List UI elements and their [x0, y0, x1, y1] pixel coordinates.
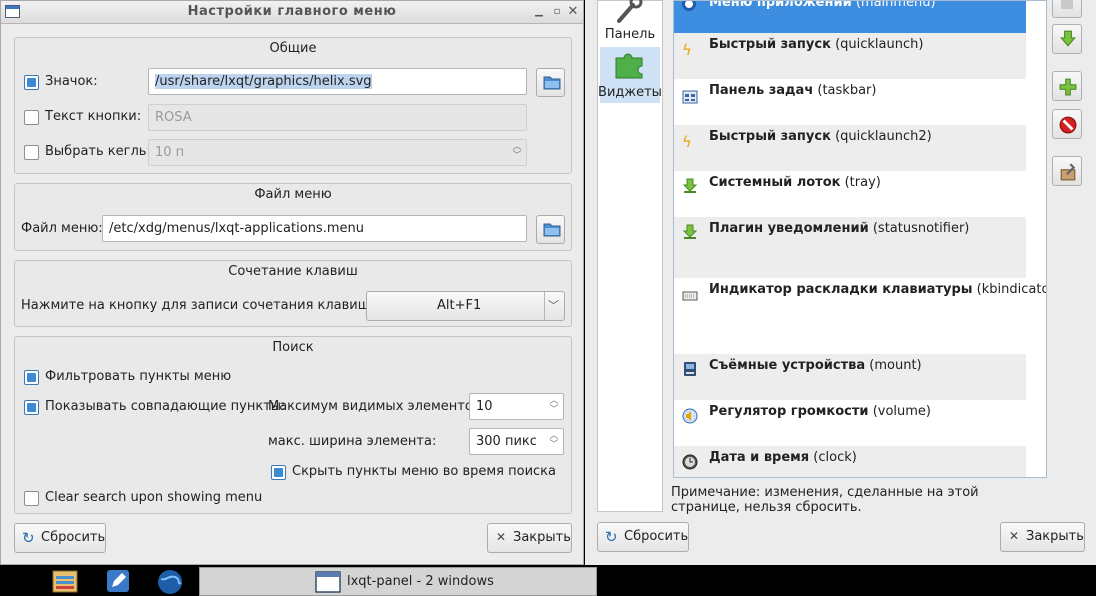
list-item[interactable]: ϟ Быстрый запуск (quicklaunch2): [674, 125, 1026, 171]
move-down-button[interactable]: [1052, 24, 1082, 54]
chevron-down-icon[interactable]: ﹀: [548, 297, 559, 313]
icon-label: Значок:: [45, 74, 98, 89]
general-group-title: Общие: [269, 41, 317, 56]
show-matches-label: Показывать совпадающие пункты:: [45, 399, 286, 414]
max-visible-spinbox[interactable]: 10 ︿ ﹀: [469, 393, 564, 420]
tools-icon: [617, 0, 643, 23]
configure-icon: [1060, 163, 1076, 181]
button-text-input[interactable]: ROSA: [148, 104, 527, 131]
arrow-down-icon: [1060, 30, 1076, 47]
max-width-label: макс. ширина элемента:: [268, 434, 437, 449]
reset-icon: ↻: [22, 529, 35, 547]
menu-file-group: Файл меню Файл меню: /etc/xdg/menus/lxqt…: [14, 183, 572, 251]
arrow-up-icon: [1061, 0, 1073, 9]
text-editor-icon[interactable]: [106, 569, 130, 593]
icon-checkbox[interactable]: [24, 75, 39, 90]
list-item[interactable]: Индикатор раскладки клавиатуры (kbindica…: [674, 278, 1046, 354]
shortcut-label: Нажмите на кнопку для записи сочетания к…: [21, 298, 375, 313]
panel-settings-dialog: Панель Виджеты Меню приложений (mainmenu…: [585, 0, 1096, 565]
add-widget-button[interactable]: [1052, 71, 1082, 101]
folder-icon: [543, 76, 561, 90]
configure-widget-button[interactable]: [1052, 156, 1082, 186]
clock-icon: [682, 454, 698, 470]
menu-file-input[interactable]: /etc/xdg/menus/lxqt-applications.menu: [102, 215, 527, 242]
puzzle-icon: [615, 53, 643, 79]
shortcut-group: Сочетание клавиш Нажмите на кнопку для з…: [14, 260, 572, 327]
reset-icon: ↻: [605, 528, 618, 546]
main-menu-settings-dialog: Настройки главного меню ▁ ▫ ✕ Общие Знач…: [0, 0, 584, 565]
close-button[interactable]: ✕ Закрыть: [487, 523, 572, 553]
widgets-list[interactable]: Меню приложений (mainmenu) ϟ Быстрый зап…: [673, 0, 1047, 478]
download-arrow-icon: [682, 224, 698, 239]
font-size-spinbox[interactable]: 10 п ︿ ﹀: [148, 139, 527, 166]
close-icon: ✕: [1009, 529, 1020, 543]
icon-browse-button[interactable]: [536, 68, 565, 97]
filter-menu-checkbox[interactable]: [24, 370, 39, 385]
menu-file-browse-button[interactable]: [536, 215, 565, 244]
list-item[interactable]: Меню приложений (mainmenu): [674, 1, 1026, 33]
font-size-checkbox[interactable]: [24, 145, 39, 160]
lightning-icon: ϟ: [682, 133, 692, 151]
font-size-label: Выбрать кегль:: [45, 144, 151, 159]
title-bar[interactable]: Настройки главного меню ▁ ▫ ✕: [1, 1, 583, 24]
close-icon[interactable]: ✕: [565, 4, 581, 20]
close-icon: ✕: [496, 530, 507, 544]
button-text-label: Текст кнопки:: [45, 109, 142, 124]
sidebar-item-panel[interactable]: Панель: [598, 0, 662, 45]
list-item[interactable]: Регулятор громкости (volume): [674, 400, 1026, 446]
clear-search-label: Clear search upon showing menu: [45, 490, 263, 505]
spin-arrows-icon[interactable]: ︿ ﹀: [549, 397, 559, 416]
filter-menu-label: Фильтровать пункты меню: [45, 369, 232, 384]
hide-items-checkbox[interactable]: [271, 465, 286, 480]
shortcut-button[interactable]: Alt+F1 ﹀: [366, 291, 565, 321]
list-item[interactable]: Дата и время (clock): [674, 446, 1026, 477]
max-width-spinbox[interactable]: 300 пикс ︿ ﹀: [469, 428, 564, 455]
shortcut-group-title: Сочетание клавиш: [228, 264, 358, 279]
plus-icon: [1059, 78, 1077, 96]
panel-close-button[interactable]: ✕ Закрыть: [1000, 522, 1085, 552]
download-arrow-icon: [682, 178, 698, 193]
lightning-icon: ϟ: [682, 41, 692, 59]
list-item[interactable]: Системный лоток (tray): [674, 171, 1026, 217]
note-text: Примечание: изменения, сделанные на этой…: [671, 485, 979, 515]
move-up-button[interactable]: [1052, 0, 1082, 18]
list-item[interactable]: Плагин уведомлений (statusnotifier): [674, 217, 1026, 278]
sidebar-item-widgets[interactable]: Виджеты: [598, 47, 662, 103]
file-manager-icon[interactable]: [52, 569, 78, 594]
clear-search-checkbox[interactable]: [24, 491, 39, 506]
settings-sidebar: Панель Виджеты: [597, 0, 663, 512]
show-matches-checkbox[interactable]: [24, 400, 39, 415]
app-menu-icon: [682, 1, 696, 11]
web-browser-icon[interactable]: [157, 569, 183, 595]
remove-widget-button[interactable]: [1052, 109, 1082, 139]
icon-path-input[interactable]: /usr/share/lxqt/graphics/helix.svg: [148, 68, 527, 95]
taskbar-icon: [682, 90, 698, 104]
general-group: Общие Значок: /usr/share/lxqt/graphics/h…: [14, 37, 572, 174]
window-title: Настройки главного меню: [187, 4, 397, 19]
hide-items-label: Скрыть пункты меню во время поиска: [292, 464, 556, 479]
removable-drive-icon: [684, 362, 696, 376]
button-text-checkbox[interactable]: [24, 110, 39, 125]
search-group: Поиск Фильтровать пункты меню Показывать…: [14, 336, 572, 514]
taskbar-window-button[interactable]: lxqt-panel - 2 windows: [199, 567, 597, 596]
folder-icon: [543, 223, 561, 237]
maximize-icon[interactable]: ▫: [549, 4, 565, 20]
list-item[interactable]: ϟ Быстрый запуск (quicklaunch): [674, 33, 1026, 79]
taskbar-window-label: lxqt-panel - 2 windows: [347, 574, 494, 589]
keyboard-icon: [682, 291, 698, 301]
max-visible-label: Максимум видимых элементов:: [268, 399, 485, 414]
reset-button[interactable]: ↻ Сбросить: [14, 523, 106, 553]
spin-arrows-icon[interactable]: ︿ ﹀: [549, 432, 559, 451]
list-item[interactable]: Съёмные устройства (mount): [674, 354, 1026, 400]
minimize-icon[interactable]: ▁: [531, 4, 547, 20]
panel-reset-button[interactable]: ↻ Сбросить: [597, 522, 689, 552]
search-group-title: Поиск: [272, 340, 314, 355]
spin-arrows-icon[interactable]: ︿ ﹀: [512, 143, 522, 162]
list-item[interactable]: Панель задач (taskbar): [674, 79, 1026, 125]
menu-file-label: Файл меню:: [21, 221, 103, 236]
volume-icon: [682, 408, 698, 424]
menu-file-group-title: Файл меню: [254, 187, 332, 202]
window-icon: [315, 571, 341, 593]
remove-icon: [1059, 116, 1077, 134]
